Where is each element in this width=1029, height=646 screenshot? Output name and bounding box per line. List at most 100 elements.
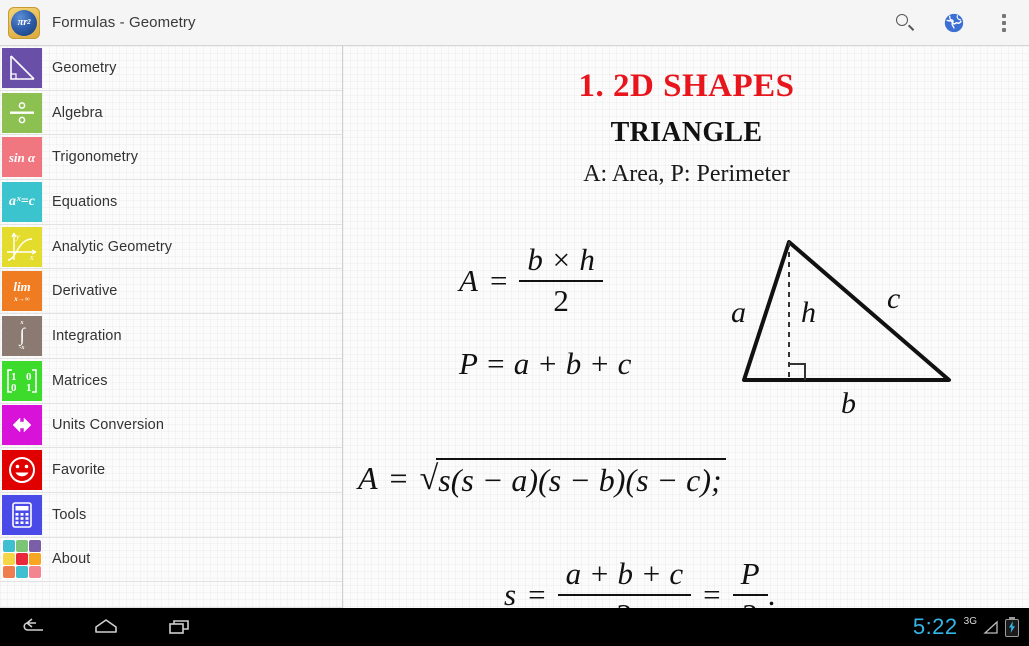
heron-lhs: A: [358, 460, 378, 496]
recents-icon: [169, 620, 189, 634]
app-icon-text: πr: [17, 16, 28, 28]
search-icon: [895, 14, 914, 31]
shape-title: TRIANGLE: [610, 117, 763, 148]
overflow-menu-button[interactable]: [979, 0, 1029, 46]
sidebar-item-geometry[interactable]: Geometry: [0, 46, 342, 91]
semiperimeter-formula: s = a + b + c 2 = P 2 .: [504, 556, 776, 608]
perimeter-text: P = a + b + c: [459, 346, 632, 381]
trailing-period: .: [767, 576, 776, 608]
signal-icon: [983, 620, 998, 634]
semiperimeter-equals-2: =: [703, 576, 721, 608]
sidebar-item-derivative[interactable]: lim x→∞ Derivative: [0, 269, 342, 315]
sidebar-item-analytic-geometry[interactable]: y x Analytic Geometry: [0, 225, 342, 270]
formula-pane: 1. 2D SHAPES TRIANGLE A: Area, P: Perime…: [344, 46, 1029, 608]
sidebar-item-label: Analytic Geometry: [52, 238, 173, 255]
sidebar-item-label: Tools: [52, 506, 87, 523]
semiperimeter-denominator: 2: [617, 598, 633, 608]
system-nav-buttons: [18, 615, 194, 639]
heron-formula: A = √ s(s − a)(s − b)(s − c);: [358, 458, 726, 499]
sidebar-item-label: About: [52, 551, 91, 568]
sidebar-item-matrices[interactable]: 1 0 0 1 Matrices: [0, 359, 342, 404]
app-title: Formulas - Geometry: [52, 14, 196, 31]
perimeter-formula: P = a + b + c: [354, 346, 631, 382]
status-clock: 5:22: [912, 614, 958, 639]
network-type-label: 3G: [963, 615, 977, 627]
analytic-geometry-axes-icon: y x: [2, 226, 42, 267]
back-button[interactable]: [18, 615, 46, 639]
svg-text:h: h: [801, 296, 816, 329]
trigonometry-icon-glyph: sin α: [8, 149, 36, 165]
sidebar-empty-row: [0, 582, 342, 608]
geometry-triangle-icon: [2, 47, 42, 88]
search-button[interactable]: [879, 0, 929, 46]
about-icon-tiles: [2, 539, 42, 580]
algebra-divide-icon: [2, 92, 42, 133]
semiperimeter-fraction: a + b + c 2: [557, 556, 692, 608]
system-navigation-bar: 5:22 3G: [0, 608, 1029, 646]
semiperimeter-numerator: a + b + c: [565, 556, 684, 591]
favorite-smiley-icon: [2, 450, 42, 491]
equations-axc-icon: aˣ=c: [2, 181, 42, 222]
pi-r-squared-app-icon[interactable]: πr 2: [8, 6, 40, 39]
units-conversion-arrows-icon: [2, 405, 42, 446]
app-icon-exponent: 2: [27, 18, 31, 26]
area-numerator: b × h: [527, 242, 595, 277]
app-icon-glyph: πr 2: [11, 9, 37, 36]
action-bar-actions: [879, 0, 1029, 46]
overflow-menu-icon: [1002, 13, 1006, 32]
language-button[interactable]: [929, 0, 979, 46]
integration-icon-glyph: x ∫ -x: [19, 320, 24, 351]
action-bar: πr 2 Formulas - Geometry: [0, 0, 1029, 46]
fraction-bar: [732, 593, 768, 596]
heron-equals: =: [389, 460, 408, 496]
sidebar-item-integration[interactable]: x ∫ -x Integration: [0, 314, 342, 359]
sidebar-item-algebra[interactable]: Algebra: [0, 91, 342, 136]
app-root: πr 2 Formulas - Geometry Geometry Algebr…: [0, 0, 1029, 646]
sidebar-item-label: Derivative: [52, 283, 118, 300]
sidebar-item-label: Integration: [52, 327, 122, 344]
radicand: s(s − a)(s − b)(s − c);: [436, 458, 726, 499]
sidebar-item-equations[interactable]: aˣ=c Equations: [0, 180, 342, 225]
svg-text:a: a: [731, 296, 746, 329]
svg-text:c: c: [887, 282, 900, 315]
sidebar-item-label: Algebra: [52, 104, 103, 121]
back-icon: [23, 618, 43, 631]
sidebar-item-label: Trigonometry: [52, 149, 139, 166]
recents-button[interactable]: [166, 615, 194, 639]
derivative-limit-text: x→∞: [14, 295, 30, 304]
svg-text:b: b: [841, 387, 856, 420]
home-button[interactable]: [92, 615, 120, 639]
area-lhs: A: [459, 262, 478, 298]
sidebar-item-label: Units Conversion: [52, 417, 165, 434]
sidebar-item-units-conversion[interactable]: Units Conversion: [0, 404, 342, 449]
sidebar-item-trigonometry[interactable]: sin α Trigonometry: [0, 135, 342, 181]
area-formula: A = b × h 2: [354, 242, 603, 317]
sidebar-item-about[interactable]: About: [0, 538, 342, 583]
derivative-icon-glyph: lim x→∞: [13, 279, 30, 303]
sidebar-item-tools[interactable]: Tools: [0, 493, 342, 538]
section-title: 1. 2D SHAPES: [578, 68, 795, 104]
p-denominator: 2: [742, 598, 758, 608]
svg-text:x: x: [29, 253, 34, 262]
tools-calculator-icon: [2, 494, 42, 535]
category-sidebar[interactable]: Geometry Algebra sin α Trigonometry aˣ=c…: [0, 46, 343, 608]
formula-document: 1. 2D SHAPES TRIANGLE A: Area, P: Perime…: [344, 68, 1029, 608]
sidebar-item-label: Geometry: [52, 59, 117, 76]
area-equals: =: [489, 262, 508, 298]
sidebar-item-label: Favorite: [52, 462, 106, 479]
integration-integral-icon: x ∫ -x: [2, 315, 42, 356]
fraction-bar: [519, 279, 603, 282]
semiperimeter-equals-1: =: [528, 576, 546, 608]
home-icon: [95, 619, 117, 633]
svg-text:0: 0: [11, 382, 17, 394]
svg-text:1: 1: [26, 382, 32, 394]
content-area: Geometry Algebra sin α Trigonometry aˣ=c…: [0, 46, 1029, 608]
sidebar-item-favorite[interactable]: Favorite: [0, 448, 342, 493]
integral-symbol: ∫: [19, 325, 25, 347]
trigonometry-sina-icon: sin α: [2, 137, 42, 178]
sidebar-item-label: Matrices: [52, 372, 108, 389]
square-root-expression: √ s(s − a)(s − b)(s − c);: [420, 458, 726, 499]
globe-icon: [944, 13, 964, 32]
semiperimeter-lhs: s: [504, 576, 517, 608]
matrices-identity-icon: 1 0 0 1: [2, 360, 42, 401]
